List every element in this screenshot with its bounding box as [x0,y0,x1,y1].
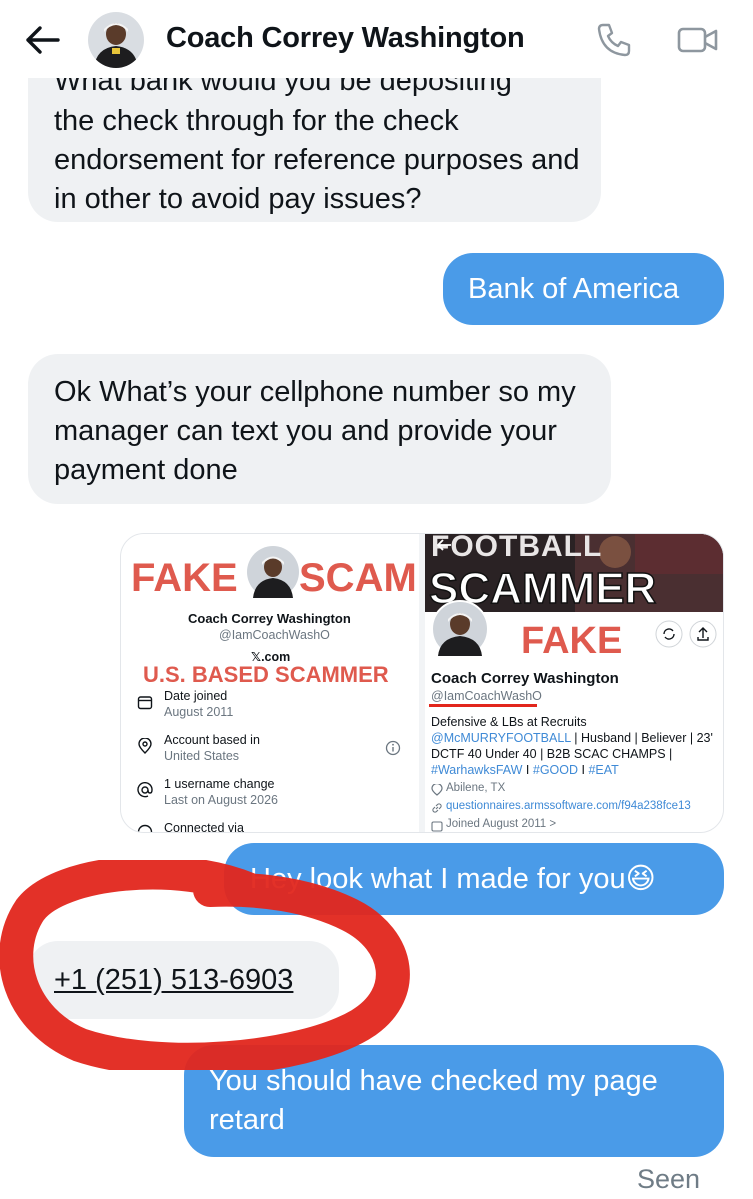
row-title: Account based in [164,733,260,747]
link-icon [432,803,442,813]
row-title: 1 username change [164,777,275,791]
outgoing-message-bubble[interactable]: You should have checked my page retard [184,1045,724,1157]
message-text: Hey look what I made for you😆 [250,863,656,895]
at-icon [137,782,153,798]
phone-icon[interactable] [594,20,634,60]
profile-handle: @IamCoachWashO [219,628,330,642]
profile-link: questionnaires.armssoftware.com/f94a238f… [446,800,691,812]
profile-joined: Joined August 2011 > [446,818,557,830]
row-title: Connected via [164,821,244,833]
avatar[interactable] [88,12,144,68]
message-text: Bank of America [468,273,680,305]
bio-line: @McMURRYFOOTBALL | Husband | Believer | … [431,731,713,745]
banner-text: FOOTBALL [431,533,603,563]
read-receipt: Seen [636,1164,700,1194]
profile-photo [247,546,299,598]
message-text: You should have checked my page retard [209,1065,658,1136]
incoming-message-bubble[interactable]: Ok What’s your cellphone number so my ma… [28,354,611,504]
handle-underline [429,704,537,707]
info-icon [385,740,401,756]
bio-hashtags: #WarhawksFAW I #GOOD I #EAT [431,763,619,777]
incoming-message-bubble[interactable]: +1 (251) 513-6903 [28,941,339,1019]
profile-screenshot-right: FOOTBALL SCAMMER FAKE Coach Correy Washi… [425,533,723,832]
bio-line: Defensive & LBs at Recruits [431,715,587,729]
row-value: August 2011 [164,705,234,719]
conversation-title[interactable]: Coach Correy Washington [166,22,525,55]
profile-name: Coach Correy Washington [188,611,351,626]
profile-handle: @IamCoachWashO [431,689,542,703]
profile-photo [431,600,489,658]
video-call-icon[interactable] [676,22,720,58]
fake-label: FAKE [131,556,238,600]
calendar-icon [137,696,153,710]
back-arrow-icon [436,539,451,551]
subscribe-icon [655,620,683,648]
shield-icon [137,824,153,832]
chat-header: Coach Correy Washington [0,0,753,78]
outgoing-message-bubble[interactable]: Bank of America [443,253,724,325]
profile-screenshot-left: FAKE SCAM Coach Correy Washington @IamCo… [121,534,419,833]
location-icon [431,784,443,796]
row-value: United States [164,749,240,763]
message-text: Ok What’s your cellphone number so my ma… [54,376,576,486]
outgoing-message-bubble[interactable]: Hey look what I made for you😆 [224,843,724,915]
calendar-icon [431,821,443,832]
image-attachment[interactable]: FAKE SCAM Coach Correy Washington @IamCo… [120,533,724,833]
location-icon [138,738,152,754]
message-text: the check through for the check endorsem… [54,105,580,215]
scam-label: SCAM [299,556,417,600]
back-arrow-icon[interactable] [22,22,62,58]
bio-line: DCTF 40 Under 40 | B2B SCAC CHAMPS | [431,747,673,761]
share-icon [689,620,717,648]
profile-location: Abilene, TX [446,782,506,794]
scammer-banner: U.S. BASED SCAMMER [143,662,389,687]
phone-number-link[interactable]: +1 (251) 513-6903 [54,961,293,1000]
row-title: Date joined [164,689,228,703]
fake-label: FAKE [521,620,623,662]
profile-name: Coach Correy Washington [431,670,619,687]
row-value: Last on August 2026 [164,793,278,807]
